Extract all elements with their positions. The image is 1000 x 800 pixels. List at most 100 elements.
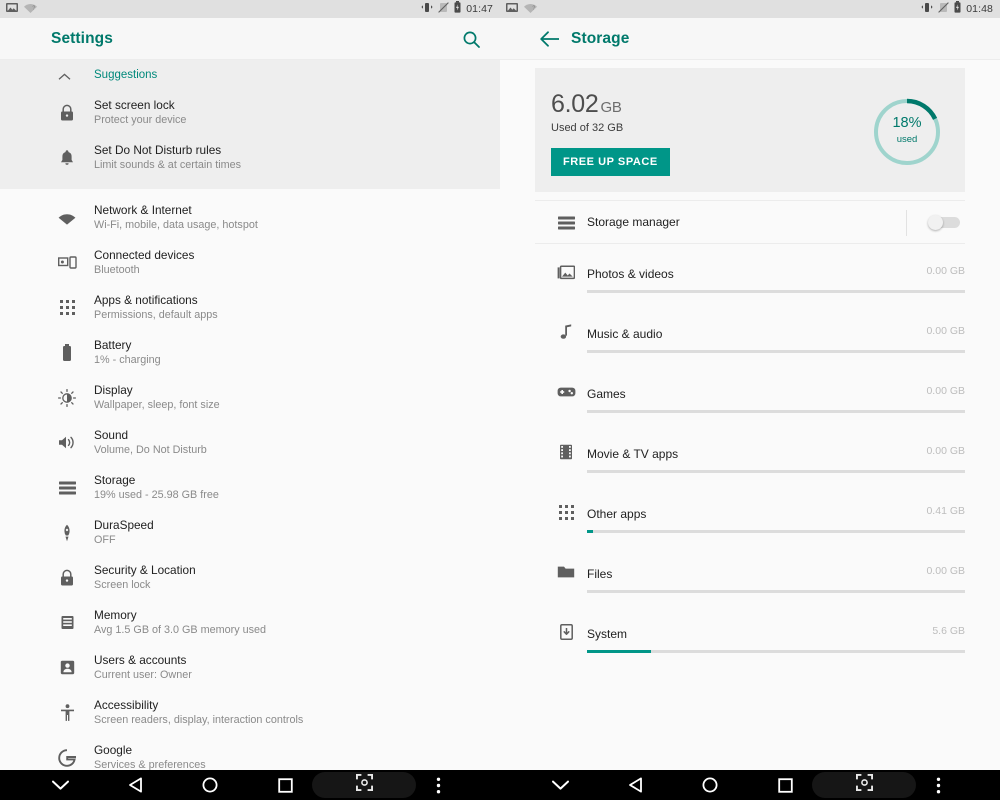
sidebar-item-text: Network & Internet Wi-Fi, mobile, data u… [94, 203, 258, 232]
storage-category-size: 0.00 GB [926, 325, 965, 337]
suggestion-item-do-not-disturb[interactable]: Set Do Not Disturb rules Limit sounds & … [0, 135, 500, 180]
storage-sections: Storage manager Photos & videos 0.00 GB [500, 200, 1000, 664]
chevron-down-icon[interactable] [538, 770, 582, 800]
brightness-icon [55, 386, 79, 410]
sidebar-item-title: Memory [94, 608, 137, 622]
screenshot-button[interactable] [312, 772, 416, 798]
storage-category-label: System [587, 627, 628, 641]
sidebar-item-battery[interactable]: Battery 1% - charging [0, 330, 500, 375]
toggle-knob [928, 215, 943, 230]
screenshot-icon [855, 774, 873, 796]
sidebar-item-subtitle: OFF [94, 534, 116, 546]
suggestion-subtitle: Protect your device [94, 114, 187, 126]
status-bar-left-icons-right-pane: ? [506, 0, 537, 18]
arrow-back-icon[interactable] [538, 27, 562, 51]
rotation-lock-icon [921, 0, 933, 18]
storage-category-size: 0.00 GB [926, 265, 965, 277]
sidebar-item-title: Accessibility [94, 698, 159, 712]
sidebar-item-subtitle: Wi-Fi, mobile, data usage, hotspot [94, 219, 258, 231]
nav-bar-left [0, 770, 500, 800]
sidebar-item-title: Storage [94, 473, 136, 487]
sidebar-item-duraspeed[interactable]: DuraSpeed OFF [0, 510, 500, 555]
sidebar-item-text: Users & accounts Current user: Owner [94, 653, 192, 682]
sidebar-item-title: Display [94, 383, 133, 397]
storage-category-system[interactable]: System 5.6 GB [535, 604, 965, 664]
sidebar-item-google[interactable]: Google Services & preferences [0, 735, 500, 770]
back-triangle-icon[interactable] [613, 770, 657, 800]
system-navigation-bar [0, 770, 1000, 800]
accessibility-icon [55, 701, 79, 725]
film-icon [554, 440, 578, 464]
wifi-question-icon: ? [24, 0, 37, 18]
storage-category-label: Movie & TV apps [587, 447, 679, 461]
sidebar-item-subtitle: Current user: Owner [94, 669, 192, 681]
sidebar-item-sound[interactable]: Sound Volume, Do Not Disturb [0, 420, 500, 465]
search-icon[interactable] [459, 27, 483, 51]
suggestion-title: Set Do Not Disturb rules [94, 143, 222, 157]
recents-square-icon[interactable] [263, 770, 307, 800]
home-circle-icon[interactable] [188, 770, 232, 800]
sidebar-item-display[interactable]: Display Wallpaper, sleep, font size [0, 375, 500, 420]
chevron-down-icon[interactable] [38, 770, 82, 800]
home-circle-icon[interactable] [688, 770, 732, 800]
memory-icon [55, 611, 79, 635]
battery-icon [454, 0, 461, 18]
music-icon [554, 320, 578, 344]
storage-category-photos-videos[interactable]: Photos & videos 0.00 GB [535, 244, 965, 304]
screenshot-icon [355, 774, 373, 796]
sidebar-item-title: Apps & notifications [94, 293, 198, 307]
storage-summary-card: 6.02 GB Used of 32 GB FREE UP SPACE 18% u… [535, 68, 965, 192]
lock-icon [55, 101, 79, 125]
sidebar-item-connected-devices[interactable]: Connected devices Bluetooth [0, 240, 500, 285]
storage-category-games[interactable]: Games 0.00 GB [535, 364, 965, 424]
sidebar-item-network-internet[interactable]: Network & Internet Wi-Fi, mobile, data u… [0, 195, 500, 240]
apps-grid-icon [55, 296, 79, 320]
chevron-up-icon[interactable] [58, 68, 71, 86]
storage-category-size: 0.41 GB [926, 505, 965, 517]
storage-manager-row[interactable]: Storage manager [535, 200, 965, 244]
storage-category-bar [587, 470, 965, 473]
storage-category-music-audio[interactable]: Music & audio 0.00 GB [535, 304, 965, 364]
sidebar-item-text: Battery 1% - charging [94, 338, 161, 367]
wifi-question-icon: ? [524, 0, 537, 18]
sidebar-item-apps-notifications[interactable]: Apps & notifications Permissions, defaul… [0, 285, 500, 330]
status-bar-left-icons: ? [6, 0, 37, 18]
storage-usage-used-label: used [896, 134, 918, 145]
suggestions-header[interactable]: Suggestions [0, 60, 500, 90]
back-triangle-icon[interactable] [113, 770, 157, 800]
free-up-space-button[interactable]: FREE UP SPACE [551, 148, 670, 176]
sidebar-item-subtitle: 19% used - 25.98 GB free [94, 489, 219, 501]
sidebar-item-subtitle: Screen readers, display, interaction con… [94, 714, 304, 726]
sidebar-item-title: Connected devices [94, 248, 195, 262]
left-pane-settings: ? 01:47 Settings Suggestions Set screen … [0, 0, 500, 770]
sidebar-item-memory[interactable]: Memory Avg 1.5 GB of 3.0 GB memory used [0, 600, 500, 645]
sidebar-item-accessibility[interactable]: Accessibility Screen readers, display, i… [0, 690, 500, 735]
sidebar-item-title: Google [94, 743, 133, 757]
overflow-menu-icon[interactable] [916, 770, 960, 800]
page-title-storage: Storage [571, 29, 630, 47]
sidebar-item-subtitle: Screen lock [94, 579, 151, 591]
storage-manager-toggle[interactable] [928, 215, 962, 230]
recents-square-icon[interactable] [763, 770, 807, 800]
screenshot-button[interactable] [812, 772, 916, 798]
suggestions-label: Suggestions [94, 69, 158, 81]
storage-icon [55, 476, 79, 500]
mute-icon [938, 0, 950, 18]
storage-category-size: 5.6 GB [932, 625, 965, 637]
storage-action-bar: Storage [500, 18, 1000, 60]
overflow-menu-icon[interactable] [416, 770, 460, 800]
storage-category-bar [587, 350, 965, 353]
storage-category-movie-tv-apps[interactable]: Movie & TV apps 0.00 GB [535, 424, 965, 484]
gamepad-icon [554, 380, 578, 404]
sidebar-item-storage[interactable]: Storage 19% used - 25.98 GB free [0, 465, 500, 510]
storage-category-files[interactable]: Files 0.00 GB [535, 544, 965, 604]
sidebar-item-text: DuraSpeed OFF [94, 518, 154, 547]
svg-text:?: ? [532, 5, 535, 11]
suggestions-block: Suggestions Set screen lock Protect your… [0, 60, 500, 189]
sidebar-item-users-accounts[interactable]: Users & accounts Current user: Owner [0, 645, 500, 690]
storage-category-other-apps[interactable]: Other apps 0.41 GB [535, 484, 965, 544]
suggestion-item-set-screen-lock[interactable]: Set screen lock Protect your device [0, 90, 500, 135]
status-bar-clock-right: 01:48 [966, 3, 993, 15]
sidebar-item-security-location[interactable]: Security & Location Screen lock [0, 555, 500, 600]
status-bar-right-icons-right-pane: 01:48 [921, 0, 993, 18]
